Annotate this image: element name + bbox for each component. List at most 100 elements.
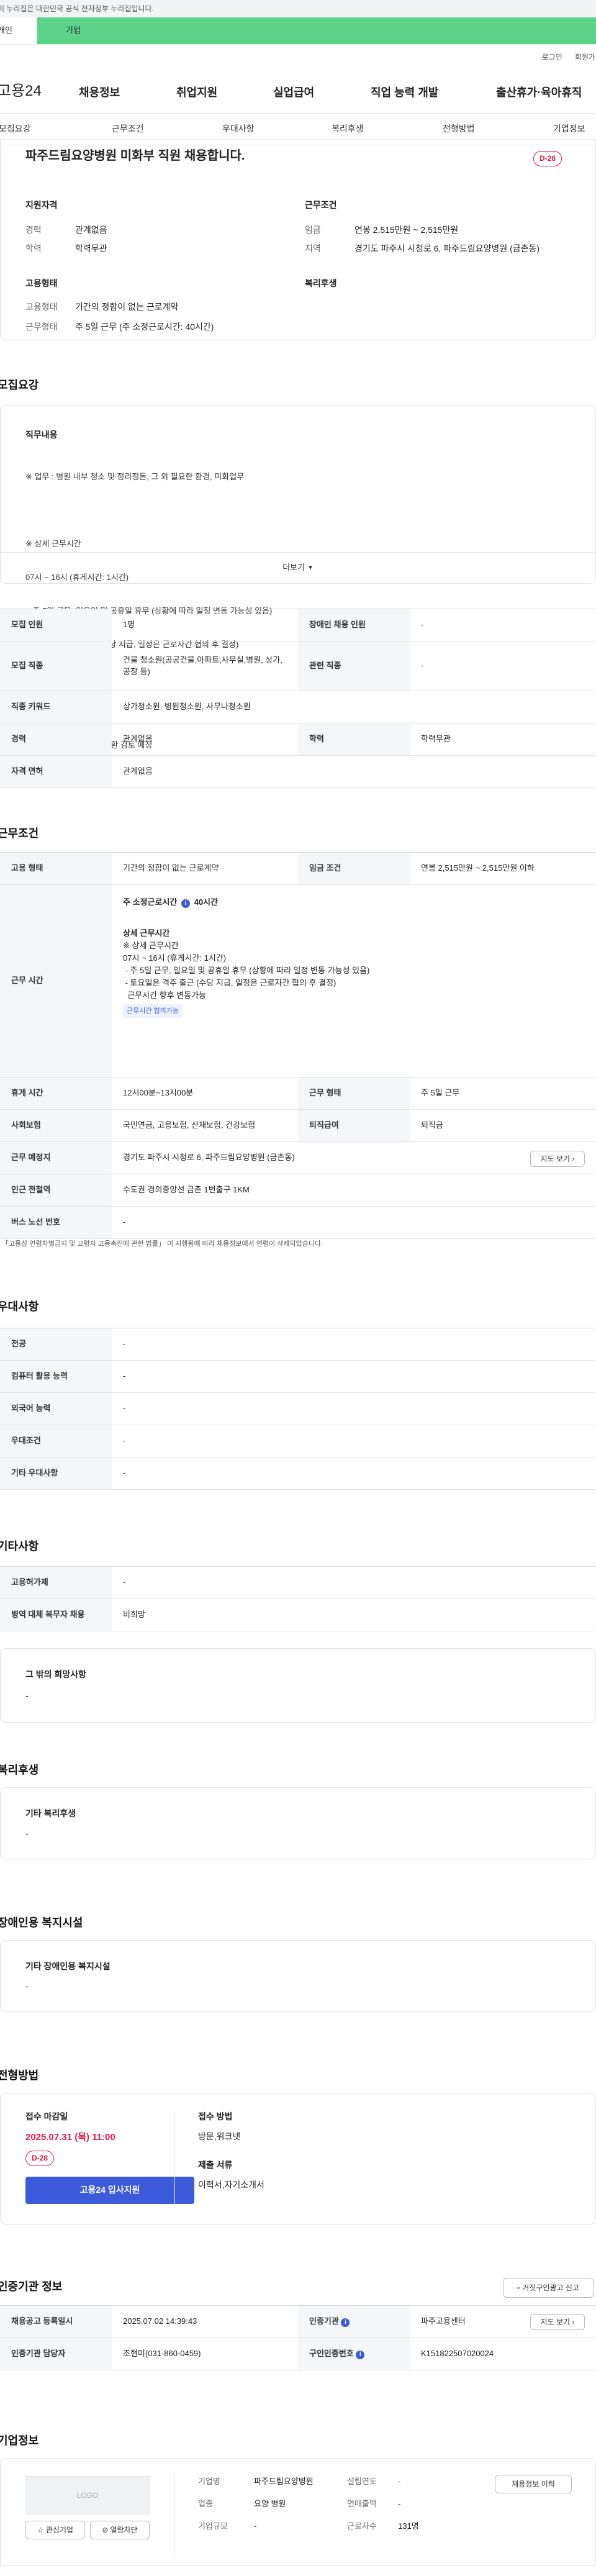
table-header: 전공 xyxy=(0,1328,112,1361)
section-title-process: 전형방법 xyxy=(0,2069,39,2082)
table-cell: 기간의 정함이 없는 근로계약 xyxy=(112,852,298,885)
table-header: 구인인증번호 i xyxy=(298,2338,410,2370)
table-header: 외국어 능력 xyxy=(0,1392,112,1425)
favorite-company-button[interactable]: ☆ 관심기업 xyxy=(25,2521,85,2539)
divider xyxy=(174,2474,175,2554)
table-cell: 상가청소원, 병원청소원, 사무나청소원 xyxy=(112,691,596,723)
table-cell: 학력무관 xyxy=(410,723,596,756)
divider xyxy=(174,2110,175,2209)
table-header: 학력 xyxy=(298,723,410,756)
section-title-etc: 기타사항 xyxy=(0,1540,39,1553)
org-map-button[interactable]: 지도 보기 › xyxy=(530,2314,585,2330)
table-header: 인증기관 i xyxy=(298,2305,410,2338)
gnb-item-vocational-training[interactable]: 직업 능력 개발 xyxy=(371,85,438,101)
size-value: - xyxy=(254,2521,257,2531)
gnb-item-employment-support[interactable]: 취업지원 xyxy=(176,85,217,101)
star-icon: ☆ xyxy=(37,2525,44,2534)
table-header: 근무 형태 xyxy=(298,1077,410,1110)
emptype-label: 고용형태 xyxy=(25,302,58,312)
table-cell: 관계없음 xyxy=(112,723,298,756)
edu-value: 학력무관 xyxy=(75,243,107,253)
subnav-process[interactable]: 전형방법 xyxy=(443,123,475,135)
tab-personal[interactable]: 개인 xyxy=(0,17,37,44)
info-icon[interactable]: i xyxy=(356,2351,365,2360)
tab-company[interactable]: 기업 xyxy=(37,17,596,44)
table-cell: 12시00분~13시00분 xyxy=(112,1077,298,1110)
table-row: 근무 예정지 경기도 파주시 시청로 6, 파주드림요양병원 (금촌동) 지도 … xyxy=(0,1141,596,1174)
table-row: 병역 대체 복무자 채용 비희망 xyxy=(0,1599,596,1631)
table-cell: 파주고용센터 지도 보기 › xyxy=(410,2305,596,2338)
duty-line: ※ 상세 근무시간 xyxy=(25,539,81,548)
table-cell: - xyxy=(112,1566,596,1599)
block-icon: ⊘ xyxy=(102,2525,109,2534)
summary-card: 파주드림요양병원 미화부 직원 채용합니다. D-28 지원자격 경력 관계없음… xyxy=(0,139,596,340)
table-header: 컴퓨터 활용 능력 xyxy=(0,1360,112,1393)
table-cell: 국민연금, 고용보험, 산재보험, 건강보험 xyxy=(112,1109,298,1142)
signup-link[interactable]: 회원가입 xyxy=(575,52,596,63)
table-row: 우대조건 - xyxy=(0,1425,596,1458)
employees-label: 근로자수 xyxy=(347,2521,377,2531)
block-view-button[interactable]: ⊘ 열람차단 xyxy=(90,2521,150,2539)
gnb-item-parental-leave[interactable]: 출산휴가·육아휴직 xyxy=(496,85,582,101)
more-label: 더보기 xyxy=(282,563,305,573)
wage-value: 연봉 2,515만원 ~ 2,515만원 xyxy=(354,225,459,235)
industry-value: 요양 병원 xyxy=(254,2499,286,2508)
gov-banner: 이 누리집은 대한민국 공식 전자정부 누리집입니다. xyxy=(0,0,596,17)
section-title-prefer: 우대사항 xyxy=(0,1300,39,1313)
table-cell: 비희망 xyxy=(112,1599,596,1631)
flexible-hours-tag: 근무시간 협의가능 xyxy=(123,1004,183,1018)
table-row: 기타 우대사항 - xyxy=(0,1457,596,1490)
table-cell: - xyxy=(112,1328,596,1361)
table-header: 고용 형태 xyxy=(0,852,112,885)
info-icon[interactable]: i xyxy=(341,2318,350,2328)
company-card: LOGO ☆ 관심기업 ⊘ 열람차단 기업명 파주드림요양병원 설립연도 - 업종 … xyxy=(0,2458,596,2566)
subnav-company[interactable]: 기업정보 xyxy=(553,123,585,135)
table-row: 채용공고 등록일시 2025.07.02 14:39:43 인증기관 i 파주고… xyxy=(0,2305,596,2338)
table-row: 모집 직종 건물 청소원(공공건물,아파트,사무실,병원, 상가,공장 등) 관… xyxy=(0,641,596,691)
loc-value: 경기도 파주시 시청로 6, 파주드림요양병원 (금촌동) xyxy=(354,243,540,253)
subnav-welfare[interactable]: 복리후생 xyxy=(332,123,364,135)
table-header: 장애인 채용 인원 xyxy=(298,609,410,642)
table-header: 버스 노선 번호 xyxy=(0,1206,112,1239)
map-button[interactable]: 지도 보기 › xyxy=(530,1151,585,1167)
deadline-value: 2025.07.31 (목) 11:00 xyxy=(25,2132,115,2143)
info-icon[interactable]: i xyxy=(181,899,190,908)
table-cell: - xyxy=(410,609,596,642)
hours-value: 40시간 xyxy=(194,897,218,907)
process-dday-badge: D-28 xyxy=(25,2151,55,2166)
prefer-table: 전공 - 컴퓨터 활용 능력 - 외국어 능력 - 우대조건 - 기타 우대사항 - xyxy=(0,1328,596,1490)
table-row: 휴게 시간 12시00분~13시00분 근무 형태 주 5일 근무 xyxy=(0,1077,596,1110)
wage-label: 임금 xyxy=(305,225,321,235)
time-detail-title: 상세 근무시간 xyxy=(123,928,170,938)
wish-value: - xyxy=(25,1690,29,1700)
table-row: 컴퓨터 활용 능력 - xyxy=(0,1360,596,1393)
site-logo[interactable]: 고용24 xyxy=(0,81,67,102)
company-name-value: 파주드림요양병원 xyxy=(254,2477,314,2486)
table-row: 버스 노선 번호 - xyxy=(0,1206,596,1239)
gnb-item-jobs[interactable]: 채용정보 xyxy=(79,85,120,101)
deadline-label: 접수 마감일 xyxy=(25,2111,68,2121)
time-line: ※ 상세 근무시간 xyxy=(123,941,179,950)
table-row: 고용 형태 기간의 정함이 없는 근로계약 임금 조건 연봉 2,515만원 ~… xyxy=(0,852,596,885)
subnav-recruit[interactable]: 모집요강 xyxy=(0,123,31,135)
login-link[interactable]: 로그인 xyxy=(542,52,562,63)
table-header: 채용공고 등록일시 xyxy=(0,2305,112,2338)
gnb-item-unemployment-benefit[interactable]: 실업급여 xyxy=(273,85,314,101)
apply-button[interactable]: 고용24 입사지원 xyxy=(25,2177,194,2204)
subnav-conditions[interactable]: 근무조건 xyxy=(112,123,144,135)
section-title-recruit: 모집요강 xyxy=(0,379,39,391)
table-header: 모집 직종 xyxy=(0,641,112,691)
table-row: 근무 시간 주 소정근로시간 i 40시간 상세 근무시간 ※ 상세 근무시간 … xyxy=(0,884,596,1077)
table-cell: 퇴직금 xyxy=(410,1109,596,1142)
place-value: 경기도 파주시 시청로 6, 파주드림요양병원 (금촌동) xyxy=(123,1153,295,1163)
etc-table: 고용허가제 - 병역 대체 복무자 채용 비희망 xyxy=(0,1566,596,1631)
subnav-preferences[interactable]: 우대사항 xyxy=(222,123,255,135)
table-header: 자격 면허 xyxy=(0,755,112,788)
job-history-button[interactable]: 채용정보 이력 xyxy=(495,2475,572,2493)
report-fake-ad-button[interactable]: ▫ 거짓구인광고 신고 xyxy=(503,2278,594,2298)
table-header: 모집 인원 xyxy=(0,609,112,642)
table-header: 관련 직종 xyxy=(298,641,410,691)
more-button[interactable]: 더보기 ▼ xyxy=(1,552,595,583)
table-header: 사회보험 xyxy=(0,1109,112,1142)
industry-label: 업종 xyxy=(198,2499,213,2508)
